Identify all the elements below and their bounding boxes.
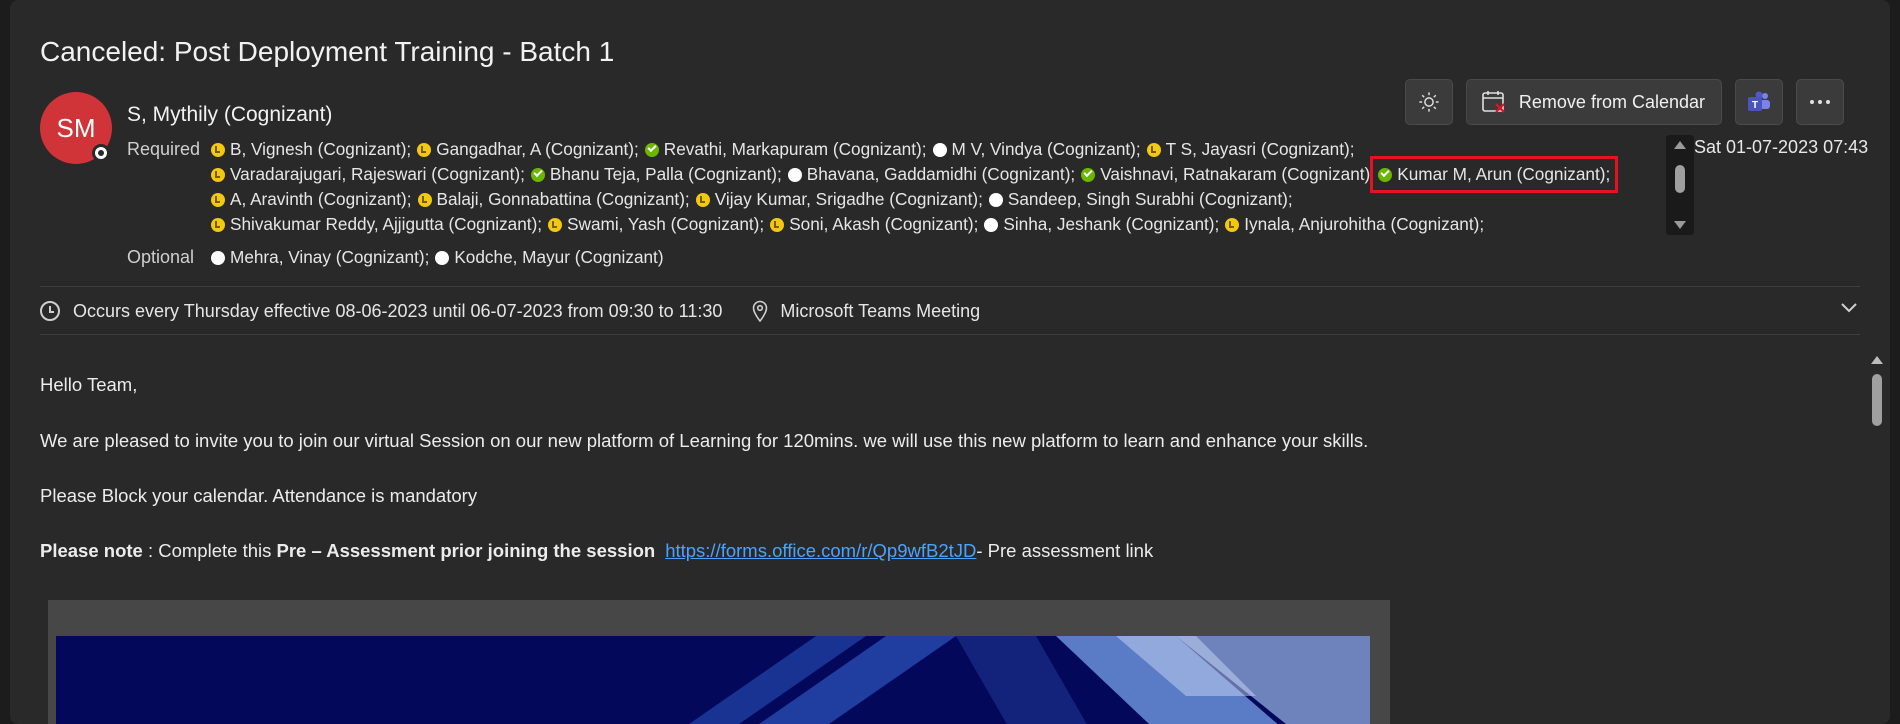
body-paragraph: Please Block your calendar. Attendance i… (40, 485, 478, 506)
embedded-banner-image (56, 636, 1370, 724)
attendee-row: Varadarajugari, Rajeswari (Cognizant); Bh… (211, 156, 1641, 193)
tentative-icon (770, 217, 785, 232)
attendee[interactable]: Sandeep, Singh Surabhi (Cognizant); (988, 187, 1299, 212)
attendee-row: B, Vignesh (Cognizant); Gangadhar, A (Cog… (211, 137, 1641, 162)
note-paragraph: Please note : Complete this Pre – Assess… (40, 540, 1154, 561)
teams-icon: T (1748, 91, 1770, 111)
more-icon (1810, 100, 1830, 104)
attendee-row: A, Aravinth (Cognizant); Balaji, Gonnabat… (211, 187, 1641, 212)
teams-button[interactable]: T (1735, 79, 1783, 125)
attendee[interactable]: Shivakumar Reddy, Ajjigutta (Cognizant); (211, 212, 548, 237)
scroll-down-icon[interactable] (1674, 221, 1686, 229)
scroll-thumb[interactable] (1872, 374, 1882, 426)
divider (40, 286, 1860, 287)
remove-from-calendar-button[interactable]: Remove from Calendar (1465, 79, 1722, 125)
sender-name[interactable]: S, Mythily (Cognizant) (127, 103, 332, 127)
recurrence-info: Occurs every Thursday effective 08-06-20… (40, 298, 980, 324)
no-response-icon (988, 192, 1003, 207)
attendee[interactable]: Bhavana, Gaddamidhi (Cognizant); (787, 162, 1081, 187)
attendee[interactable]: Vaishnavi, Ratnakaram (Cognizant) (1081, 162, 1376, 187)
attendee[interactable]: Swami, Yash (Cognizant); (548, 212, 770, 237)
attendee[interactable]: Kodche, Mayur (Cognizant) (435, 245, 664, 270)
attendee[interactable]: Bhanu Teja, Palla (Cognizant); (530, 162, 788, 187)
optional-attendees: Mehra, Vinay (Cognizant); Kodche, Mayur (… (211, 245, 1641, 270)
tentative-icon (417, 142, 432, 157)
attendee[interactable]: M V, Vindya (Cognizant); (932, 137, 1147, 162)
tentative-icon (211, 192, 225, 207)
attendee[interactable]: Balaji, Gonnabattina (Cognizant); (417, 187, 696, 212)
recurrence-text: Occurs every Thursday effective 08-06-20… (73, 300, 723, 321)
optional-label: Optional (127, 247, 195, 267)
tentative-icon (211, 167, 225, 182)
attendees-scrollbar[interactable] (1666, 135, 1694, 235)
toolbar: Remove from Calendar T (1404, 79, 1844, 125)
attendee[interactable]: T S, Jayasri (Cognizant); (1146, 137, 1361, 162)
attendee[interactable]: A, Aravinth (Cognizant); (211, 187, 418, 212)
scroll-up-icon[interactable] (1871, 356, 1883, 364)
sun-icon (1419, 92, 1439, 112)
accepted-icon (1378, 167, 1393, 182)
no-response-icon (211, 250, 225, 265)
location-pin-icon (752, 300, 768, 322)
reading-pane: Canceled: Post Deployment Training - Bat… (10, 0, 1890, 724)
presence-offline-icon (92, 144, 110, 162)
attendee[interactable]: Varadarajugari, Rajeswari (Cognizant); (211, 162, 531, 187)
attendee[interactable]: Iynala, Anjurohitha (Cognizant); (1225, 212, 1490, 237)
tentative-icon (548, 217, 563, 232)
attendee-row: Shivakumar Reddy, Ajjigutta (Cognizant);… (211, 212, 1641, 237)
attendee[interactable]: Mehra, Vinay (Cognizant); (211, 245, 435, 270)
attendee-highlighted[interactable]: Kumar M, Arun (Cognizant); (1370, 156, 1619, 193)
tentative-icon (1146, 142, 1161, 157)
calendar-remove-icon (1482, 91, 1505, 113)
svg-text:T: T (1752, 100, 1758, 111)
theme-toggle-button[interactable] (1404, 79, 1453, 125)
accepted-icon (1081, 167, 1096, 182)
divider (40, 334, 1860, 335)
no-response-icon (984, 217, 999, 232)
location-text: Microsoft Teams Meeting (780, 300, 981, 321)
accepted-icon (644, 142, 659, 157)
avatar-initials: SM (56, 112, 96, 143)
attendee[interactable]: B, Vignesh (Cognizant); (211, 137, 417, 162)
remove-from-calendar-label: Remove from Calendar (1518, 91, 1705, 112)
clock-icon (40, 301, 60, 321)
scroll-up-icon[interactable] (1674, 141, 1686, 149)
accepted-icon (530, 167, 545, 182)
tentative-icon (417, 192, 432, 207)
tentative-icon (695, 192, 710, 207)
no-response-icon (932, 142, 947, 157)
assessment-link[interactable]: https://forms.office.com/r/Qp9wfB2tJD (665, 540, 976, 561)
tentative-icon (211, 217, 225, 232)
body-scrollbar[interactable] (1868, 350, 1886, 724)
attendee[interactable]: Vijay Kumar, Srigadhe (Cognizant); (695, 187, 989, 212)
attendee[interactable]: Revathi, Markapuram (Cognizant); (644, 137, 933, 162)
required-attendees: B, Vignesh (Cognizant); Gangadhar, A (Cog… (211, 137, 1641, 270)
attendee[interactable]: Gangadhar, A (Cognizant); (417, 137, 645, 162)
no-response-icon (435, 250, 450, 265)
body-paragraph: We are pleased to invite you to join our… (40, 430, 1369, 451)
greeting: Hello Team, (40, 374, 138, 395)
required-label: Required (127, 139, 201, 159)
message-subject: Canceled: Post Deployment Training - Bat… (40, 36, 615, 67)
embedded-image-frame (48, 600, 1390, 724)
tentative-icon (211, 142, 225, 157)
sent-date: Sat 01-07-2023 07:43 (1694, 137, 1869, 157)
tentative-icon (1225, 217, 1240, 232)
no-response-icon (787, 167, 802, 182)
attendee[interactable]: Soni, Akash (Cognizant); (770, 212, 984, 237)
scroll-thumb[interactable] (1675, 165, 1685, 193)
more-actions-button[interactable] (1796, 79, 1844, 125)
attendee[interactable]: Sinha, Jeshank (Cognizant); (984, 212, 1225, 237)
chevron-down-icon[interactable] (1840, 300, 1858, 318)
